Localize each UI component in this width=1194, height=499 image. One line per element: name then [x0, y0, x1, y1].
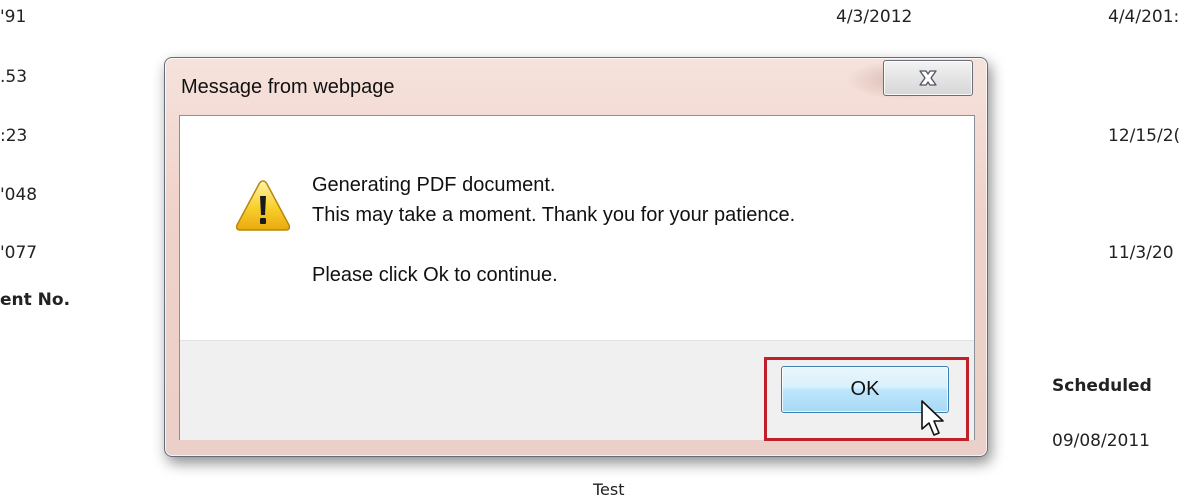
row-date2-3: 12/15/2(: [1108, 126, 1181, 146]
row-id-2: .53: [0, 67, 28, 87]
row-id-1: '91: [0, 7, 27, 27]
row-id-5: '077: [0, 243, 38, 263]
column-header: ent No.: [0, 290, 71, 310]
scheduled-date: 09/08/2011: [1052, 431, 1150, 451]
message-line-1: Generating PDF document.: [312, 174, 556, 196]
row-id-3: :23: [0, 126, 28, 146]
row-date-1: 4/3/2012: [836, 7, 913, 27]
row-date2-1: 4/4/201:: [1108, 7, 1180, 27]
dialog-title: Message from webpage: [181, 76, 395, 98]
row-id-4: '048: [0, 185, 38, 205]
footer-text: Test: [593, 480, 625, 499]
scheduled-header: Scheduled: [1052, 376, 1152, 396]
message-line-3: Please click Ok to continue.: [312, 264, 558, 286]
message-line-2: This may take a moment. Thank you for yo…: [312, 204, 796, 226]
warning-icon: [235, 180, 291, 231]
mouse-pointer-icon: [921, 400, 944, 436]
close-button[interactable]: [883, 60, 973, 96]
close-icon: [919, 70, 937, 86]
message-area: Generating PDF document. This may take a…: [180, 116, 974, 340]
row-date2-5: 11/3/20: [1108, 243, 1174, 263]
